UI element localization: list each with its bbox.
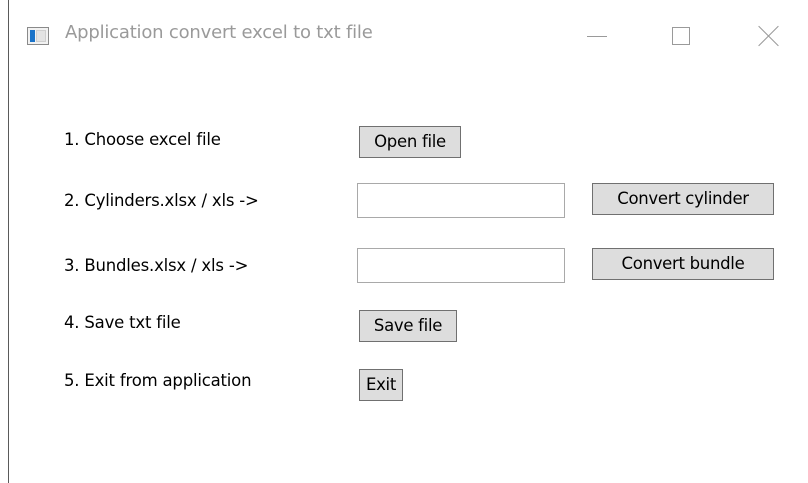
window-left-border: [8, 0, 9, 483]
app-window: Application convert excel to txt file 1.…: [0, 0, 808, 483]
exit-application-label: 5. Exit from application: [64, 371, 252, 390]
close-button[interactable]: [747, 0, 793, 72]
open-file-button[interactable]: Open file: [359, 126, 461, 158]
maximize-button[interactable]: [657, 0, 703, 72]
app-icon-pane: [36, 30, 46, 42]
close-icon: [758, 25, 780, 47]
minimize-icon: [587, 36, 607, 37]
window-title: Application convert excel to txt file: [65, 22, 373, 43]
minimize-button[interactable]: [575, 0, 621, 72]
app-icon-accent: [30, 30, 35, 42]
bundles-path-input[interactable]: [357, 248, 565, 283]
save-txt-label: 4. Save txt file: [64, 313, 181, 332]
cylinders-label: 2. Cylinders.xlsx / xls ->: [64, 191, 259, 210]
maximize-icon: [672, 27, 690, 45]
save-file-button[interactable]: Save file: [359, 310, 457, 342]
exit-button[interactable]: Exit: [359, 369, 403, 401]
title-bar[interactable]: Application convert excel to txt file: [9, 0, 808, 72]
app-window-icon[interactable]: [27, 27, 49, 45]
convert-cylinder-button[interactable]: Convert cylinder: [592, 183, 774, 215]
convert-bundle-button[interactable]: Convert bundle: [592, 248, 774, 280]
cylinders-path-input[interactable]: [357, 183, 565, 218]
choose-excel-label: 1. Choose excel file: [64, 130, 221, 149]
bundles-label: 3. Bundles.xlsx / xls ->: [64, 256, 249, 275]
